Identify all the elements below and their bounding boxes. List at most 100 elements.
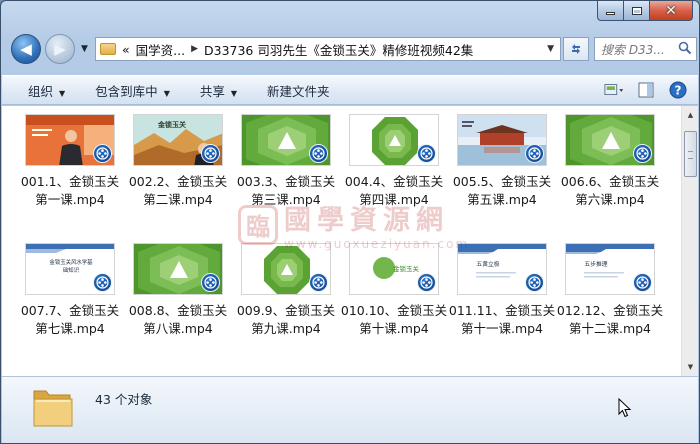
file-name: 002.2、金锁玉关第二课.mp4 [128, 174, 228, 207]
file-list[interactable]: 001.1、金锁玉关第一课.mp4 金锁玉关 002.2、金锁玉关第二课.mp4… [2, 106, 698, 376]
media-player-icon [309, 273, 328, 292]
video-thumbnail: 金锁玉关 [349, 243, 439, 295]
breadcrumb-separator-icon[interactable]: ▶ [191, 44, 198, 54]
file-name: 003.3、金锁玉关第三课.mp4 [236, 174, 336, 207]
media-player-icon [201, 273, 220, 292]
chevron-down-icon: ▼ [163, 88, 170, 98]
file-grid: 001.1、金锁玉关第一课.mp4 金锁玉关 002.2、金锁玉关第二课.mp4… [16, 114, 664, 338]
view-controls: ? [604, 81, 688, 99]
file-item[interactable]: 金锁玉关风水学基 础知识 007.7、金锁玉关第七课.mp4 [16, 243, 124, 338]
breadcrumb-overflow[interactable]: « [122, 42, 130, 57]
search-icon[interactable] [678, 41, 692, 55]
video-thumbnail [457, 114, 547, 166]
file-item[interactable]: 五黄立极 011.11、金锁玉关第十一课.mp4 [448, 243, 556, 338]
back-arrow-icon: ◀ [20, 40, 32, 58]
folder-icon [33, 390, 73, 427]
video-thumbnail [349, 114, 439, 166]
file-item[interactable]: 006.6、金锁玉关第六课.mp4 [556, 114, 664, 209]
close-button[interactable]: ✕ [649, 1, 693, 21]
chevron-down-icon: ▼ [59, 88, 66, 98]
file-item[interactable]: 金锁玉关 002.2、金锁玉关第二课.mp4 [124, 114, 232, 209]
item-count: 43 个对象 [95, 392, 153, 407]
video-thumbnail: 五步推理 [565, 243, 655, 295]
back-button[interactable]: ◀ [11, 34, 41, 64]
file-name: 011.11、金锁玉关第十一课.mp4 [448, 303, 556, 336]
file-item[interactable]: 008.8、金锁玉关第八课.mp4 [124, 243, 232, 338]
include-in-library-menu[interactable]: 包含到库中 ▼ [95, 81, 170, 100]
video-thumbnail [241, 114, 331, 166]
breadcrumb-item-parent[interactable]: 国学资... [136, 40, 185, 59]
view-options-icon [604, 84, 624, 95]
file-name: 001.1、金锁玉关第一课.mp4 [20, 174, 120, 207]
help-icon: ? [669, 81, 687, 99]
video-thumbnail: 金锁玉关 [133, 114, 223, 166]
minimize-icon [606, 12, 615, 15]
media-player-icon [525, 273, 544, 292]
video-thumbnail [25, 114, 115, 166]
chevron-down-icon: ▼ [230, 88, 238, 98]
file-name: 009.9、金锁玉关第九课.mp4 [236, 303, 336, 336]
svg-text:础知识: 础知识 [63, 266, 80, 274]
video-thumbnail [241, 243, 331, 295]
folder-icon [100, 43, 116, 55]
file-item[interactable]: 009.9、金锁玉关第九课.mp4 [232, 243, 340, 338]
navigation-bar: ◀ ▶ ▼ « 国学资... ▶ D33736 司羽先生《金锁玉关》精修班视频4… [5, 31, 697, 69]
media-player-icon [633, 144, 652, 163]
media-player-icon [633, 273, 652, 292]
file-name: 008.8、金锁玉关第八课.mp4 [128, 303, 228, 336]
video-thumbnail: 五黄立极 [457, 243, 547, 295]
preview-pane-button[interactable] [636, 81, 656, 99]
vertical-scrollbar[interactable]: ▲ ▼ [681, 106, 698, 376]
file-item[interactable]: 五步推理 012.12、金锁玉关第十二课.mp4 [556, 243, 664, 338]
media-player-icon [417, 273, 436, 292]
details-pane: 43 个对象 [2, 376, 698, 443]
help-button[interactable]: ? [668, 81, 688, 99]
maximize-button[interactable] [623, 1, 649, 21]
media-player-icon [201, 144, 220, 163]
refresh-button[interactable] [563, 37, 589, 61]
file-item[interactable]: 003.3、金锁玉关第三课.mp4 [232, 114, 340, 209]
video-thumbnail: 金锁玉关风水学基 础知识 [25, 243, 115, 295]
recent-pages-dropdown[interactable]: ▼ [81, 44, 88, 54]
address-bar[interactable]: « 国学资... ▶ D33736 司羽先生《金锁玉关》精修班视频42集 ▼ [95, 37, 561, 61]
caption-buttons: ✕ [597, 1, 693, 21]
file-name: 005.5、金锁玉关第五课.mp4 [452, 174, 552, 207]
forward-button[interactable]: ▶ [45, 34, 75, 64]
file-item[interactable]: 004.4、金锁玉关第四课.mp4 [340, 114, 448, 209]
svg-text:金锁玉关: 金锁玉关 [157, 120, 186, 129]
share-menu[interactable]: 共享 ▼ [200, 81, 237, 100]
minimize-button[interactable] [597, 1, 623, 21]
file-name: 004.4、金锁玉关第四课.mp4 [344, 174, 444, 207]
file-item[interactable]: 005.5、金锁玉关第五课.mp4 [448, 114, 556, 209]
address-dropdown-icon[interactable]: ▼ [547, 44, 554, 54]
mouse-cursor-icon [618, 398, 632, 418]
view-options-button[interactable] [604, 81, 624, 99]
scroll-down-icon[interactable]: ▼ [683, 359, 698, 375]
video-thumbnail [133, 243, 223, 295]
media-player-icon [309, 144, 328, 163]
file-name: 006.6、金锁玉关第六课.mp4 [560, 174, 660, 207]
media-player-icon [93, 273, 112, 292]
file-item[interactable]: 金锁玉关 010.10、金锁玉关第十课.mp4 [340, 243, 448, 338]
scroll-up-icon[interactable]: ▲ [683, 107, 698, 123]
svg-text:金锁玉关: 金锁玉关 [393, 264, 420, 273]
scrollbar-thumb[interactable] [684, 131, 697, 177]
breadcrumb-item-current[interactable]: D33736 司羽先生《金锁玉关》精修班视频42集 [204, 40, 473, 59]
svg-text:五步推理: 五步推理 [584, 260, 607, 268]
search-input[interactable]: 搜索 D33... [594, 37, 697, 61]
media-player-icon [93, 144, 112, 163]
file-name: 010.10、金锁玉关第十课.mp4 [340, 303, 448, 336]
maximize-icon [631, 6, 642, 15]
media-player-icon [525, 144, 544, 163]
forward-arrow-icon: ▶ [54, 40, 66, 58]
svg-text:五黄立极: 五黄立极 [476, 260, 499, 268]
file-item[interactable]: 001.1、金锁玉关第一课.mp4 [16, 114, 124, 209]
media-player-icon [417, 144, 436, 163]
new-folder-button[interactable]: 新建文件夹 [267, 81, 330, 100]
preview-pane-icon [638, 82, 654, 98]
svg-text:金锁玉关风水学基: 金锁玉关风水学基 [49, 258, 93, 266]
file-name: 012.12、金锁玉关第十二课.mp4 [556, 303, 664, 336]
file-name: 007.7、金锁玉关第七课.mp4 [20, 303, 120, 336]
command-bar: 组织 ▼ 包含到库中 ▼ 共享 ▼ 新建文件夹 ? [2, 75, 698, 105]
organize-menu[interactable]: 组织 ▼ [28, 81, 65, 100]
